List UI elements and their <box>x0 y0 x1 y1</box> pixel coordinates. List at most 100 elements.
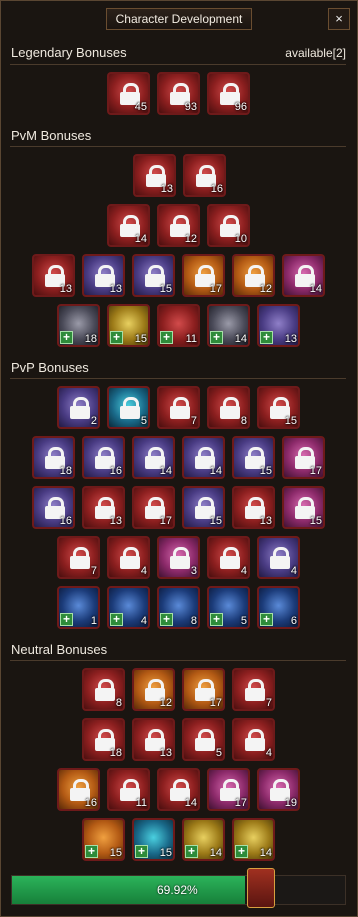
bonus-slot[interactable]: 14 <box>132 436 175 479</box>
bonus-value: 13 <box>160 183 173 195</box>
bonus-slot[interactable]: 18 <box>32 436 75 479</box>
bonus-slot[interactable]: 16 <box>32 486 75 529</box>
bonus-slot-legendary-2[interactable]: 93 <box>157 72 200 115</box>
bonus-slot-unlocked[interactable]: +14 <box>232 818 275 861</box>
add-point-button[interactable]: + <box>260 613 273 626</box>
bonus-value: 14 <box>209 465 222 477</box>
bonus-slot[interactable]: 19 <box>257 768 300 811</box>
add-point-button[interactable]: + <box>85 845 98 858</box>
add-point-button[interactable]: + <box>110 613 123 626</box>
bonus-slot[interactable]: 15 <box>257 386 300 429</box>
bonus-value: 16 <box>59 515 72 527</box>
bonus-slot-unlocked[interactable]: +5 <box>207 586 250 629</box>
bonus-slot[interactable]: 17 <box>207 768 250 811</box>
bonus-slot[interactable]: 17 <box>182 254 225 297</box>
bonus-slot[interactable]: 13 <box>232 486 275 529</box>
bonus-slot[interactable]: 16 <box>82 436 125 479</box>
bonus-slot[interactable]: 7 <box>232 668 275 711</box>
bonus-slot[interactable]: 13 <box>82 486 125 529</box>
bonus-slot[interactable]: 14 <box>107 204 150 247</box>
bonus-slot[interactable]: 17 <box>282 436 325 479</box>
add-point-button[interactable]: + <box>160 331 173 344</box>
bonus-slot-unlocked[interactable]: +11 <box>157 304 200 347</box>
bonus-slot[interactable]: 13 <box>132 718 175 761</box>
bonus-slot[interactable]: 15 <box>182 486 225 529</box>
bonus-slot-unlocked[interactable]: +15 <box>107 304 150 347</box>
bonus-value: 93 <box>184 101 197 113</box>
bonus-slot[interactable]: 5 <box>107 386 150 429</box>
bonus-slot[interactable]: 3 <box>157 536 200 579</box>
bonus-value: 18 <box>109 747 122 759</box>
add-point-button[interactable]: + <box>260 331 273 344</box>
lock-icon <box>270 547 290 569</box>
add-point-button[interactable]: + <box>60 331 73 344</box>
bonus-slot[interactable]: 4 <box>257 536 300 579</box>
add-point-button[interactable]: + <box>235 845 248 858</box>
bonus-value: 15 <box>309 515 322 527</box>
bonus-slot[interactable]: 12 <box>232 254 275 297</box>
bonus-slot-unlocked[interactable]: +8 <box>157 586 200 629</box>
bonus-slot[interactable]: 8 <box>82 668 125 711</box>
add-point-button[interactable]: + <box>185 845 198 858</box>
bonus-value: 14 <box>159 465 172 477</box>
bonus-slot-unlocked[interactable]: +15 <box>82 818 125 861</box>
bonus-slot-unlocked[interactable]: +13 <box>257 304 300 347</box>
add-point-button[interactable]: + <box>210 331 223 344</box>
bonus-slot[interactable]: 7 <box>157 386 200 429</box>
bonus-slot-unlocked[interactable]: +15 <box>132 818 175 861</box>
bonus-value: 7 <box>190 415 197 427</box>
bonus-slot[interactable]: 14 <box>282 254 325 297</box>
tome-icon[interactable] <box>247 868 275 908</box>
bonus-slot[interactable]: 17 <box>182 668 225 711</box>
bonus-slot[interactable]: 4 <box>232 718 275 761</box>
bonus-slot[interactable]: 15 <box>282 486 325 529</box>
bonus-slot[interactable]: 14 <box>157 768 200 811</box>
bonus-value: 17 <box>234 797 247 809</box>
bonus-value: 15 <box>109 847 122 859</box>
bonus-slot[interactable]: 13 <box>32 254 75 297</box>
bonus-slot[interactable]: 12 <box>157 204 200 247</box>
bonus-slot-unlocked[interactable]: +18 <box>57 304 100 347</box>
bonus-slot[interactable]: 18 <box>82 718 125 761</box>
bonus-value: 13 <box>59 283 72 295</box>
bonus-slot[interactable]: 17 <box>132 486 175 529</box>
bonus-value: 14 <box>209 847 222 859</box>
bonus-slot[interactable]: 16 <box>57 768 100 811</box>
bonus-value: 17 <box>209 283 222 295</box>
bonus-slot-unlocked[interactable]: +1 <box>57 586 100 629</box>
bonus-slot[interactable]: 2 <box>57 386 100 429</box>
bonus-slot[interactable]: 16 <box>183 154 226 197</box>
bonus-slot-unlocked[interactable]: +14 <box>182 818 225 861</box>
bonus-slot[interactable]: 12 <box>132 668 175 711</box>
bonus-slot[interactable]: 14 <box>182 436 225 479</box>
bonus-value: 8 <box>190 615 197 627</box>
bonus-slot[interactable]: 4 <box>107 536 150 579</box>
lock-icon <box>195 729 215 751</box>
bonus-slot[interactable]: 15 <box>232 436 275 479</box>
bonus-slot[interactable]: 13 <box>133 154 176 197</box>
bonus-slot-unlocked[interactable]: +6 <box>257 586 300 629</box>
bonus-slot[interactable]: 5 <box>182 718 225 761</box>
add-point-button[interactable]: + <box>110 331 123 344</box>
bonus-slot[interactable]: 4 <box>207 536 250 579</box>
bonus-slot[interactable]: 10 <box>207 204 250 247</box>
bonus-value: 13 <box>109 515 122 527</box>
bonus-slot[interactable]: 15 <box>132 254 175 297</box>
bonus-slot[interactable]: 8 <box>207 386 250 429</box>
bonus-slot-legendary-3[interactable]: 96 <box>207 72 250 115</box>
bonus-slot[interactable]: 11 <box>107 768 150 811</box>
lock-icon <box>170 547 190 569</box>
add-point-button[interactable]: + <box>135 845 148 858</box>
bonus-value: 8 <box>115 697 122 709</box>
bonus-value: 14 <box>134 233 147 245</box>
bonus-slot[interactable]: 13 <box>82 254 125 297</box>
add-point-button[interactable]: + <box>160 613 173 626</box>
bonus-slot-unlocked[interactable]: +4 <box>107 586 150 629</box>
add-point-button[interactable]: + <box>210 613 223 626</box>
bonus-value: 3 <box>190 565 197 577</box>
bonus-slot-unlocked[interactable]: +14 <box>207 304 250 347</box>
bonus-slot-legendary-1[interactable]: 45 <box>107 72 150 115</box>
close-button[interactable]: × <box>328 8 350 30</box>
bonus-slot[interactable]: 7 <box>57 536 100 579</box>
add-point-button[interactable]: + <box>60 613 73 626</box>
